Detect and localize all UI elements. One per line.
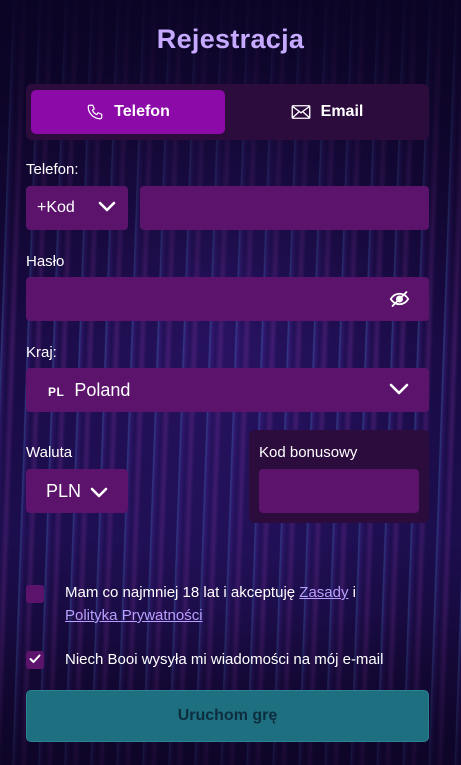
newsletter-checkbox[interactable] xyxy=(26,651,44,669)
start-game-button[interactable]: Uruchom grę xyxy=(26,690,429,742)
country-code-select[interactable]: +Kod xyxy=(26,186,128,230)
registration-form: Rejestracja Telefon Email Telefon: +Kod xyxy=(0,0,461,765)
terms-link[interactable]: Zasady xyxy=(299,584,348,601)
currency-value: PLN xyxy=(46,480,82,501)
country-select[interactable]: PL Poland xyxy=(26,368,429,412)
country-label: Kraj: xyxy=(26,344,57,361)
age-terms-checkbox[interactable] xyxy=(26,585,44,603)
tab-email-label: Email xyxy=(320,103,364,120)
chevron-down-icon xyxy=(90,484,108,505)
country-code-value: +Kod xyxy=(37,199,75,216)
page-title: Rejestracja xyxy=(156,24,305,54)
age-terms-and: i xyxy=(348,584,356,601)
privacy-policy-link[interactable]: Polityka Prywatności xyxy=(65,607,203,624)
bonus-code-input[interactable] xyxy=(259,469,419,513)
eye-slash-icon[interactable] xyxy=(389,290,410,313)
tab-phone-label: Telefon xyxy=(114,103,170,120)
tab-phone[interactable]: Telefon xyxy=(31,90,225,134)
phone-number-input[interactable] xyxy=(140,186,429,230)
age-terms-text: Mam co najmniej 18 lat i akceptuję Zasad… xyxy=(65,581,435,627)
chevron-down-icon xyxy=(98,200,116,219)
country-flag-code: PL xyxy=(48,385,65,399)
chevron-down-icon xyxy=(389,382,409,402)
phone-label: Telefon: xyxy=(26,161,79,178)
envelope-icon xyxy=(291,104,311,120)
currency-label: Waluta xyxy=(26,444,73,461)
password-label: Hasło xyxy=(26,253,65,270)
phone-icon xyxy=(86,103,104,121)
newsletter-text: Niech Booi wysyła mi wiadomości na mój e… xyxy=(65,651,384,668)
auth-method-tabs: Telefon Email xyxy=(26,84,429,140)
country-value: Poland xyxy=(74,379,131,400)
password-input[interactable] xyxy=(26,277,429,321)
currency-select[interactable]: PLN xyxy=(26,469,128,513)
tab-email[interactable]: Email xyxy=(230,90,424,134)
checkmark-icon xyxy=(29,651,41,669)
bonus-code-label: Kod bonusowy xyxy=(259,444,358,461)
age-terms-label: Mam co najmniej 18 lat i akceptuję xyxy=(65,584,300,601)
